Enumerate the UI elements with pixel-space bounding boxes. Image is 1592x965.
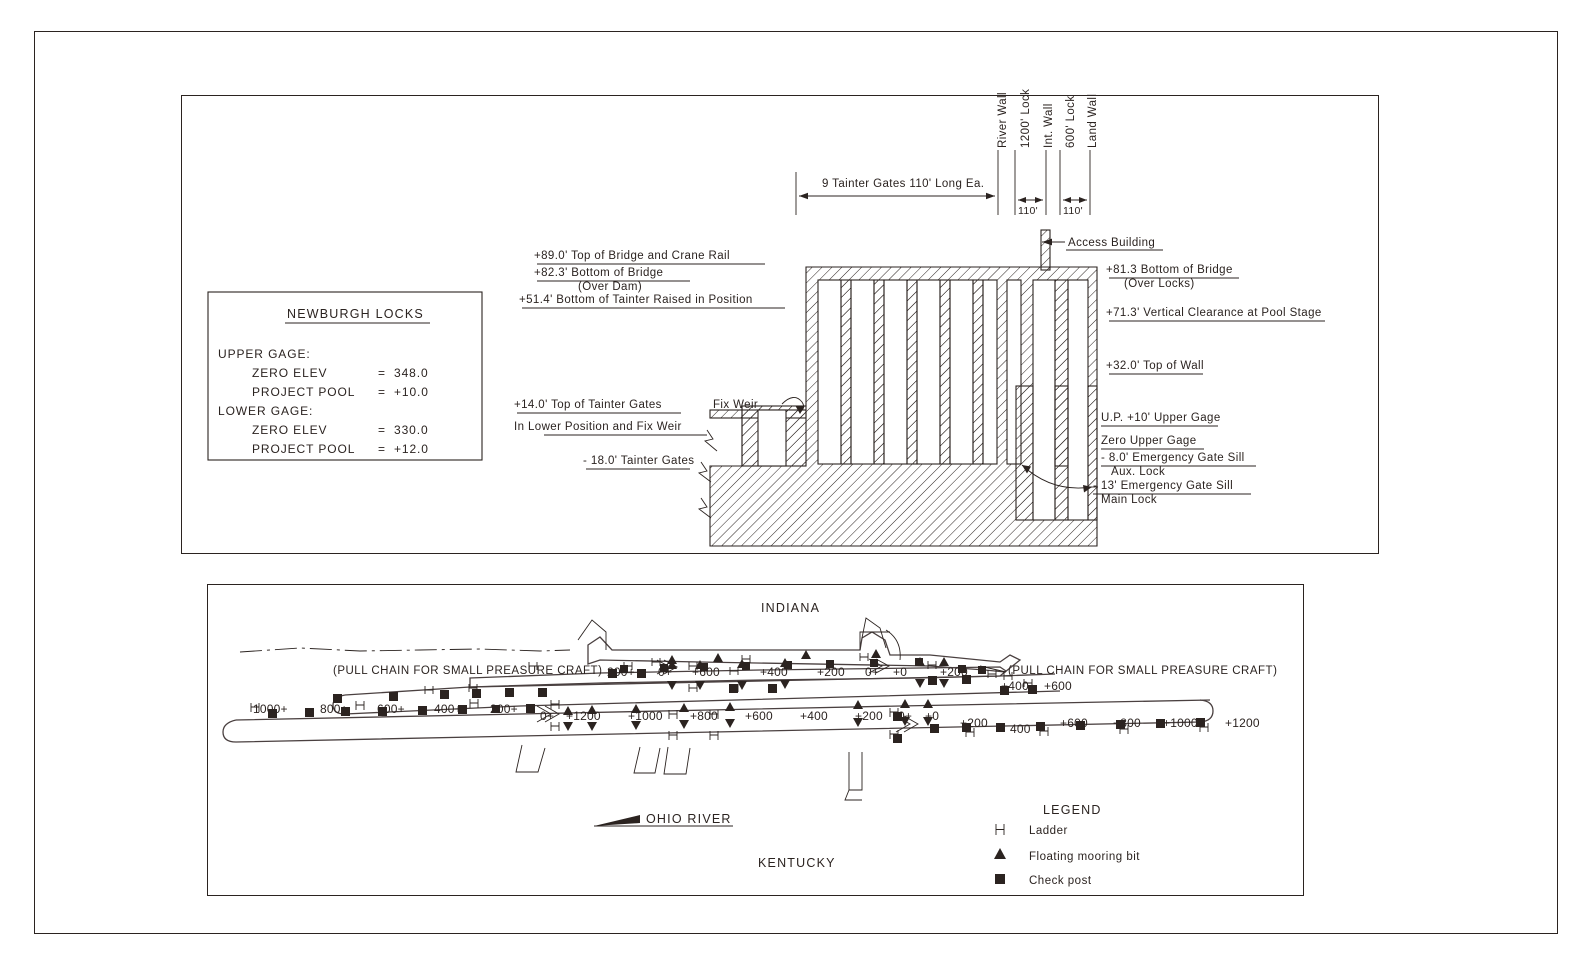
elevation-view-border <box>181 95 1379 554</box>
plan-view-border <box>207 584 1304 896</box>
drawing-sheet: NEWBURGH LOCKS UPPER GAGE: ZERO ELEV = 3… <box>0 0 1592 965</box>
